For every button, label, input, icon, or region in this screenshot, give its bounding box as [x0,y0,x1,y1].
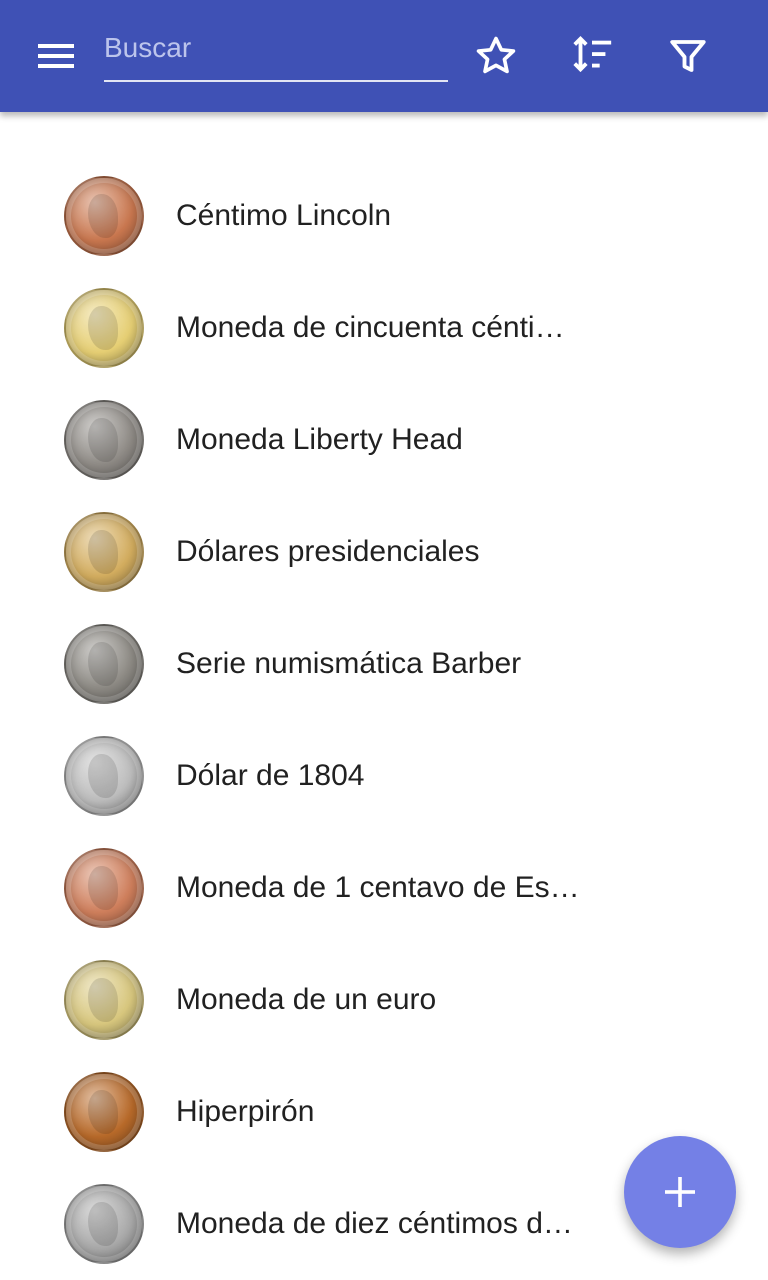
coin-thumbnail [64,512,144,592]
menu-button[interactable] [24,32,88,80]
list-item[interactable]: Moneda de un euro [0,944,768,1056]
coin-thumbnail [64,848,144,928]
coin-thumbnail [64,1072,144,1152]
list-item-label: Moneda de 1 centavo de Es… [176,871,580,904]
list-item-label: Moneda de un euro [176,983,437,1016]
top-app-bar [0,0,768,112]
list-item-label: Moneda de cincuenta cénti… [176,311,565,344]
coin-thumbnail [64,624,144,704]
plus-icon [665,1177,695,1207]
list-item-label: Moneda de diez céntimos d… [176,1207,573,1240]
search-field[interactable] [104,22,448,82]
coin-thumbnail [64,736,144,816]
favorites-button[interactable] [472,32,520,80]
list-item-label: Hiperpirón [176,1095,315,1128]
list-item[interactable]: Moneda de cincuenta cénti… [0,272,768,384]
coin-thumbnail [64,176,144,256]
search-input[interactable] [104,22,448,74]
sort-button[interactable] [568,32,616,80]
list-item[interactable]: Moneda Liberty Head [0,384,768,496]
filter-icon [670,40,706,72]
list-item-label: Dólares presidenciales [176,535,480,568]
list-item-label: Serie numismática Barber [176,647,522,680]
coin-thumbnail [64,288,144,368]
filter-button[interactable] [664,32,712,80]
list-item[interactable]: Céntimo Lincoln [0,160,768,272]
list-item[interactable]: Serie numismática Barber [0,608,768,720]
sort-icon [573,36,612,73]
list-item[interactable]: Moneda de 1 centavo de Es… [0,832,768,944]
list-item[interactable]: Dólar de 1804 [0,720,768,832]
star-outline-icon [476,36,516,74]
coin-thumbnail [64,1184,144,1264]
list-item-label: Dólar de 1804 [176,759,365,792]
app-screen: Céntimo Lincoln Moneda de cincuenta cénti… [0,0,768,1280]
list-item-label: Moneda Liberty Head [176,423,463,456]
coin-thumbnail [64,960,144,1040]
hamburger-menu-icon [38,44,74,68]
list-item-label: Céntimo Lincoln [176,199,392,232]
coin-thumbnail [64,400,144,480]
list-item[interactable]: Dólares presidenciales [0,496,768,608]
add-button[interactable] [624,1136,736,1248]
coin-list: Céntimo Lincoln Moneda de cincuenta cénti… [0,160,768,1280]
